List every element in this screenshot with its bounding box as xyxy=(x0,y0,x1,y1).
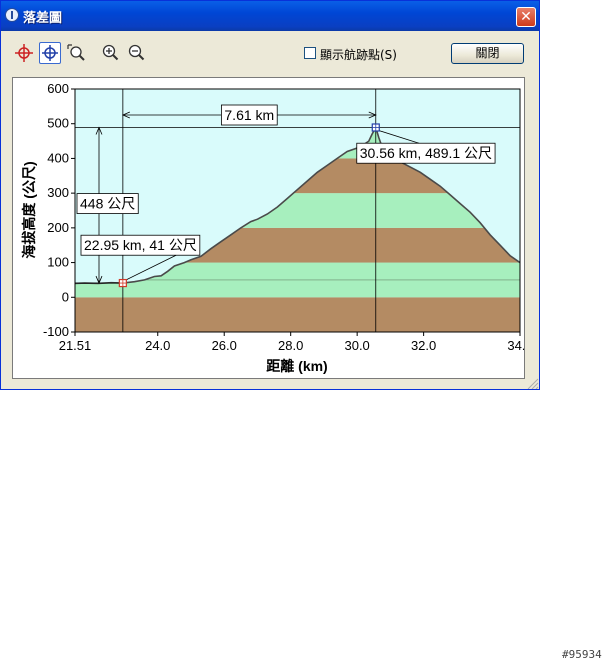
show-waypoints-checkbox[interactable] xyxy=(304,47,316,59)
y-tick-label: 0 xyxy=(62,289,69,304)
y-tick-label: -100 xyxy=(43,324,69,339)
marker-label-text: 22.95 km, 41 公尺 xyxy=(84,237,197,253)
y-axis-label: 海拔高度 (公尺) xyxy=(21,161,37,258)
x-tick-label: 26.0 xyxy=(212,338,237,353)
x-tick-label: 30.0 xyxy=(344,338,369,353)
resize-grip-icon[interactable] xyxy=(525,377,539,389)
y-tick-label: 300 xyxy=(47,185,69,200)
x-tick-label: 28.0 xyxy=(278,338,303,353)
height-label: 448 公尺 xyxy=(76,193,139,214)
close-button[interactable]: 關閉 xyxy=(451,43,524,64)
chart-panel: 7.61 km 448 公尺 22.95 km, 41 公尺 30.56 km, 48… xyxy=(12,77,525,379)
zoom-out-button[interactable] xyxy=(125,42,147,64)
height-label-text: 448 公尺 xyxy=(80,196,135,212)
marker-label: 30.56 km, 489.1 公尺 xyxy=(356,142,496,164)
show-waypoints-label: 顯示航跡點(S) xyxy=(320,48,397,62)
x-tick-label: 21.51 xyxy=(59,338,92,353)
pan-icon xyxy=(42,45,58,61)
zoom-in-button[interactable] xyxy=(99,42,121,64)
x-tick-label: 34.9 xyxy=(507,338,524,353)
y-tick-label: 600 xyxy=(47,81,69,96)
distance-label-text: 7.61 km xyxy=(224,107,274,123)
app-icon xyxy=(5,8,19,22)
x-axis-label: 距離 (km) xyxy=(266,358,327,374)
y-tick-label: 400 xyxy=(47,150,69,165)
title-bar[interactable]: 落差圖 ✕ xyxy=(1,1,539,31)
pan-tool-button[interactable] xyxy=(39,42,61,64)
window-close-button[interactable]: ✕ xyxy=(516,7,536,27)
zoom-region-tool-button[interactable] xyxy=(65,42,87,64)
window-title: 落差圖 xyxy=(23,11,63,26)
elevation-chart[interactable]: 7.61 km 448 公尺 22.95 km, 41 公尺 30.56 km, 48… xyxy=(13,78,524,378)
y-tick-label: 200 xyxy=(47,220,69,235)
x-tick-label: 24.0 xyxy=(145,338,170,353)
marker-label: 22.95 km, 41 公尺 xyxy=(80,234,201,256)
elevation-band xyxy=(75,279,520,298)
watermark-id: #95934 xyxy=(562,648,602,661)
zoom-in-icon xyxy=(102,44,119,61)
x-tick-label: 32.0 xyxy=(411,338,436,353)
target-icon xyxy=(15,44,33,62)
y-tick-label: 100 xyxy=(47,255,69,270)
zoom-out-icon xyxy=(128,44,145,61)
distance-label: 7.61 km xyxy=(221,104,278,126)
target-tool-button[interactable] xyxy=(13,42,35,64)
zoom-region-icon xyxy=(67,44,85,61)
marker-label-text: 30.56 km, 489.1 公尺 xyxy=(360,145,492,161)
y-tick-label: 500 xyxy=(47,116,69,131)
elevation-profile-window: 落差圖 ✕ 顯示航跡點(S) 關閉 7.61 km 448 公尺 22.95 k… xyxy=(0,0,540,390)
elevation-band xyxy=(75,297,520,332)
